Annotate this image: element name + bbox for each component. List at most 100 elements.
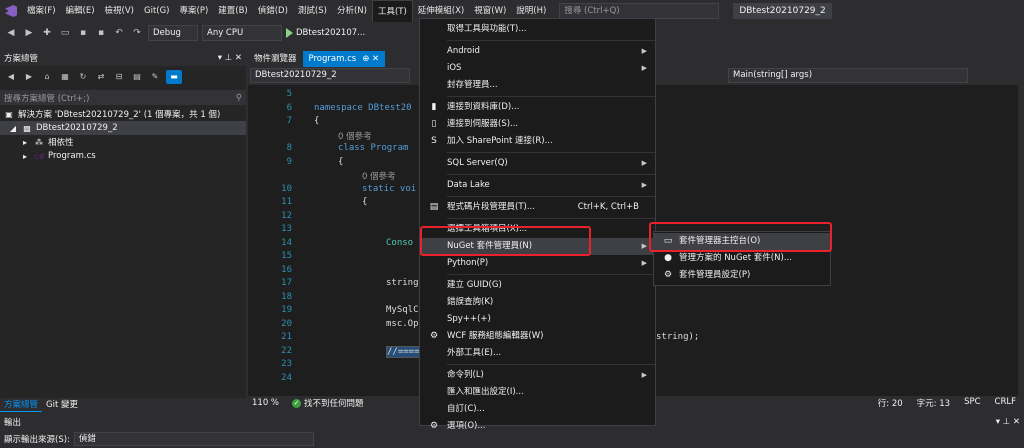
issues-status[interactable]: 找不到任何問題 — [304, 397, 364, 409]
chevron-right-icon: ▶ — [641, 371, 647, 379]
nuget-icon: ● — [664, 253, 672, 263]
menu-item[interactable]: 封存管理員... — [420, 77, 655, 94]
menu-item-label: 取得工具與功能(T)... — [447, 24, 527, 34]
solution-search-input[interactable]: 搜尋方案總管 (Ctrl+;) ⚲ — [0, 90, 246, 105]
line-number: 7 — [286, 116, 292, 126]
menu-item[interactable]: Android ▶ — [420, 43, 655, 60]
pending-changes-icon[interactable]: ↻ — [76, 70, 90, 84]
output-source-select[interactable]: 偵錯 — [73, 432, 314, 446]
member-combo[interactable]: Main(string[] args) — [728, 68, 968, 83]
menu-item[interactable]: 取得工具與功能(T)... — [420, 21, 655, 38]
menu-item[interactable]: iOS ▶ — [420, 60, 655, 77]
back-icon[interactable]: ◀ — [4, 70, 18, 84]
undo-icon[interactable]: ↶ — [112, 26, 126, 40]
menu-build[interactable]: 建置(B) — [213, 0, 252, 22]
menu-view[interactable]: 檢視(V) — [100, 0, 139, 22]
menu-item[interactable]: 外部工具(E)... — [420, 345, 655, 362]
menu-item[interactable]: ▮ 連接到資料庫(D)... — [420, 99, 655, 116]
switch-views-icon[interactable]: ▦ — [58, 70, 72, 84]
tree-dependencies[interactable]: ▸ ⁂ 相依性 — [0, 135, 246, 149]
tab-object-browser[interactable]: 物件瀏覽器 — [248, 51, 303, 67]
menu-test[interactable]: 測試(S) — [293, 0, 332, 22]
properties-icon[interactable]: ✎ — [148, 70, 162, 84]
configuration-select[interactable]: Debug — [148, 25, 198, 41]
menu-item[interactable]: SQL Server(Q) ▶ — [420, 155, 655, 172]
platform-select[interactable]: Any CPU — [202, 25, 282, 41]
menu-item-label: Spy++(+) — [447, 314, 491, 324]
tree-solution[interactable]: ▣ 解決方案 'DBtest20210729_2' (1 個專案，共 1 個) — [0, 107, 246, 121]
menu-item[interactable]: ● 管理方案的 NuGet 套件(N)... — [654, 250, 830, 267]
left-panel-tabs: 方案總管 Git 變更 — [0, 398, 246, 412]
forward-icon[interactable]: ▶ — [22, 26, 36, 40]
code-text: static voi — [362, 183, 417, 194]
code-text: string — [386, 278, 419, 288]
line-number: 24 — [281, 372, 292, 383]
forward-icon[interactable]: ▶ — [22, 70, 36, 84]
preview-icon[interactable]: ▬ — [166, 70, 182, 84]
tab-program-cs[interactable]: Program.cs ⊕ ✕ — [302, 51, 386, 67]
output-source-label: 顯示輸出來源(S): — [4, 435, 70, 445]
open-folder-icon[interactable]: ▭ — [58, 26, 72, 40]
line-number: 6 — [286, 102, 292, 113]
menu-project[interactable]: 專案(P) — [175, 0, 214, 22]
expanded-arrow-icon: ◢ — [9, 123, 17, 133]
save-all-icon[interactable]: ▪ — [94, 26, 108, 40]
menu-edit[interactable]: 編輯(E) — [61, 0, 100, 22]
collapse-all-icon[interactable]: ⊟ — [112, 70, 126, 84]
menu-tools[interactable]: 工具(T) — [371, 0, 413, 22]
menu-item[interactable]: ⚙ 套件管理員設定(P) — [654, 267, 830, 284]
menu-file[interactable]: 檔案(F) — [22, 0, 61, 22]
show-all-files-icon[interactable]: ▤ — [130, 70, 144, 84]
menu-item[interactable]: ⚙ WCF 服務組態編輯器(W) — [420, 328, 655, 345]
menu-item[interactable]: 建立 GUID(G) — [420, 277, 655, 294]
menu-debug[interactable]: 偵錯(D) — [253, 0, 293, 22]
start-button[interactable]: DBtest202107... — [286, 28, 365, 38]
search-input[interactable]: 搜尋 (Ctrl+Q) — [559, 3, 720, 19]
solution-explorer-title: 方案總管 — [4, 54, 39, 64]
db-icon: ▮ — [431, 102, 437, 112]
gear-icon: ⚙ — [429, 421, 439, 431]
menu-item-label: 管理方案的 NuGet 套件(N)... — [679, 253, 792, 263]
close-icon[interactable]: ⊕ ✕ — [362, 54, 379, 64]
menu-item[interactable]: ▤ 程式碼片段管理員(T)... Ctrl+K, Ctrl+B — [420, 199, 655, 216]
new-project-icon[interactable]: ✚ — [40, 26, 54, 40]
tree-project[interactable]: ◢ ▩ DBtest20210729_2 — [0, 121, 246, 135]
tab-git-changes[interactable]: Git 變更 — [42, 398, 82, 412]
menu-item[interactable]: Data Lake ▶ — [420, 177, 655, 194]
zoom-level[interactable]: 110 % — [248, 398, 292, 408]
check-icon: ✓ — [292, 398, 301, 408]
menu-item[interactable]: 命令列(L) ▶ — [420, 367, 655, 384]
redo-icon[interactable]: ↷ — [130, 26, 144, 40]
menu-item[interactable]: Python(P) ▶ — [420, 255, 655, 272]
save-icon[interactable]: ▪ — [76, 26, 90, 40]
tree-program-label: Program.cs — [48, 151, 96, 161]
code-text: class Program — [338, 143, 409, 153]
line-number: 17 — [281, 278, 292, 288]
menu-item-label: 封存管理員... — [447, 80, 498, 90]
tree-program-cs[interactable]: ▸ c# Program.cs — [0, 149, 246, 163]
menu-git[interactable]: Git(G) — [139, 0, 175, 22]
back-icon[interactable]: ◀ — [4, 26, 18, 40]
line-ending: CRLF — [994, 397, 1016, 407]
menu-item[interactable]: ⚙ 選項(O)... — [420, 418, 655, 435]
chevron-right-icon: ▶ — [641, 64, 647, 72]
menu-item[interactable]: 自訂(C)... — [420, 401, 655, 418]
menu-item[interactable]: Spy++(+) — [420, 311, 655, 328]
search-icon: ⚲ — [235, 92, 242, 103]
menu-item-label: 套件管理員設定(P) — [679, 270, 751, 280]
home-icon[interactable]: ⌂ — [40, 70, 54, 84]
menu-analyze[interactable]: 分析(N) — [332, 0, 372, 22]
pin-icon[interactable]: ▾ ⊥ ✕ — [996, 417, 1020, 427]
menu-item[interactable]: S 加入 SharePoint 連接(R)... — [420, 133, 655, 150]
sync-icon[interactable]: ⇄ — [94, 70, 108, 84]
menu-item[interactable]: ▯ 連接到伺服器(S)... — [420, 116, 655, 133]
pin-icon[interactable]: ▾ ⊥ ✕ — [218, 53, 242, 63]
menu-item[interactable]: 匯入和匯出設定(I)... — [420, 384, 655, 401]
menu-item[interactable]: 錯誤查詢(K) — [420, 294, 655, 311]
chevron-right-icon: ▶ — [641, 181, 647, 189]
highlight-box-console — [649, 222, 832, 252]
project-combo[interactable]: DBtest20210729_2 — [250, 68, 410, 83]
line-number: 21 — [281, 332, 292, 342]
tab-solution-explorer[interactable]: 方案總管 — [0, 398, 43, 412]
menu-item-label: 命令列(L) — [447, 370, 484, 380]
